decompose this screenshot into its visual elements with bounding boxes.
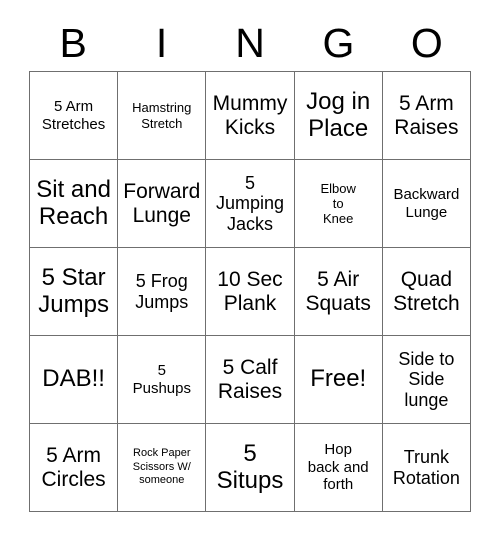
- bingo-cell[interactable]: DAB!!: [30, 336, 119, 424]
- bingo-cell-label: 5 Air Squats: [305, 267, 371, 315]
- bingo-cell[interactable]: 5 Calf Raises: [206, 336, 295, 424]
- bingo-cell[interactable]: Mummy Kicks: [206, 72, 295, 160]
- bingo-cell-label: 10 Sec Plank: [217, 267, 283, 315]
- bingo-cell-label: 5 Pushups: [132, 362, 191, 397]
- bingo-cell-label: DAB!!: [42, 365, 105, 393]
- bingo-cell-label: Quad Stretch: [393, 267, 460, 315]
- bingo-cell[interactable]: 5 Frog Jumps: [118, 248, 207, 336]
- bingo-cell-label: Backward Lunge: [393, 186, 460, 221]
- bingo-cell-label: Jog in Place: [306, 88, 371, 142]
- bingo-card: B I N G O 5 Arm Stretches Hamstring Stret…: [0, 0, 500, 544]
- bingo-cell[interactable]: Backward Lunge: [382, 160, 471, 248]
- bingo-header-letter-b: B: [59, 20, 87, 66]
- bingo-cell[interactable]: Forward Lunge: [118, 160, 207, 248]
- bingo-cell-label: Mummy Kicks: [212, 91, 288, 139]
- bingo-header-letter-n: N: [235, 20, 265, 66]
- bingo-cell-label: Trunk Rotation: [392, 446, 460, 488]
- bingo-grid: 5 Arm Stretches Hamstring Stretch Mummy Ki…: [29, 71, 471, 512]
- bingo-cell[interactable]: Quad Stretch: [382, 248, 471, 336]
- bingo-cell[interactable]: Free!: [294, 336, 383, 424]
- bingo-cell-label: 5 Star Jumps: [38, 264, 109, 318]
- bingo-cell[interactable]: 5 Air Squats: [294, 248, 383, 336]
- bingo-header-letter-g: G: [322, 20, 355, 66]
- bingo-cell[interactable]: 5 Pushups: [118, 336, 207, 424]
- bingo-cell-label: Rock Paper Scissors W/ someone: [132, 447, 191, 487]
- bingo-cell[interactable]: Hamstring Stretch: [118, 72, 207, 160]
- bingo-cell-label: Side to Side lunge: [398, 348, 455, 410]
- bingo-cell[interactable]: Sit and Reach: [30, 160, 119, 248]
- bingo-cell-label: Hamstring Stretch: [132, 100, 192, 131]
- bingo-cell-label: Free!: [310, 365, 367, 393]
- bingo-cell-label: 5 Arm Circles: [41, 443, 106, 491]
- bingo-cell-label: 5 Jumping Jacks: [215, 172, 285, 234]
- bingo-cell[interactable]: 5 Situps: [206, 424, 295, 512]
- bingo-cell-label: 5 Calf Raises: [217, 355, 283, 403]
- bingo-header-row: B I N G O: [29, 16, 471, 71]
- bingo-cell[interactable]: 5 Jumping Jacks: [206, 160, 295, 248]
- bingo-cell[interactable]: Side to Side lunge: [382, 336, 471, 424]
- bingo-cell-label: 5 Frog Jumps: [135, 270, 189, 312]
- bingo-cell[interactable]: Elbow to Knee: [294, 160, 383, 248]
- bingo-cell-label: Elbow to Knee: [320, 180, 356, 227]
- bingo-cell[interactable]: Jog in Place: [294, 72, 383, 160]
- bingo-cell[interactable]: 5 Arm Circles: [30, 424, 119, 512]
- bingo-cell-label: Sit and Reach: [36, 176, 111, 230]
- bingo-cell-label: Forward Lunge: [123, 179, 201, 227]
- bingo-cell[interactable]: 5 Star Jumps: [30, 248, 119, 336]
- bingo-cell[interactable]: Hop back and forth: [294, 424, 383, 512]
- bingo-cell[interactable]: 5 Arm Stretches: [30, 72, 119, 160]
- bingo-cell[interactable]: 5 Arm Raises: [382, 72, 471, 160]
- bingo-cell-label: 5 Situps: [216, 440, 284, 494]
- bingo-cell-label: 5 Arm Raises: [394, 91, 459, 139]
- bingo-cell-label: Hop back and forth: [307, 441, 369, 494]
- bingo-cell[interactable]: 10 Sec Plank: [206, 248, 295, 336]
- bingo-cell[interactable]: Rock Paper Scissors W/ someone: [118, 424, 207, 512]
- bingo-header-letter-i: I: [155, 20, 168, 66]
- bingo-cell-label: 5 Arm Stretches: [41, 98, 106, 133]
- bingo-cell[interactable]: Trunk Rotation: [382, 424, 471, 512]
- bingo-header-letter-o: O: [410, 20, 443, 66]
